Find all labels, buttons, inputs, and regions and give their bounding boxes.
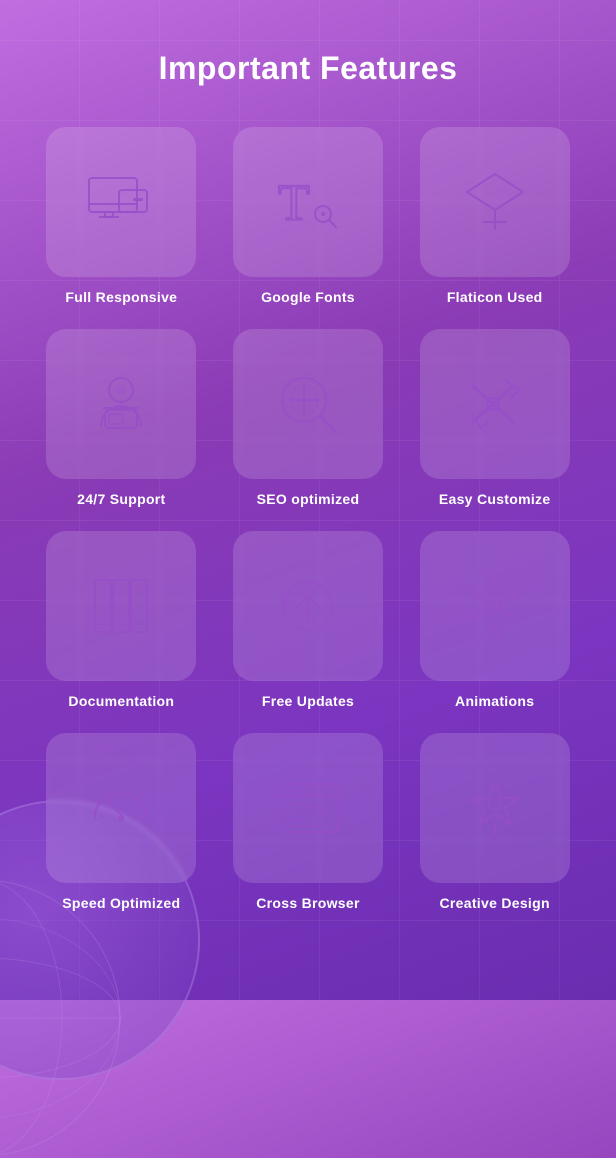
- features-grid: Full Responsive T Google Fonts Flaticon …: [40, 127, 576, 911]
- feature-item-animations: Animations: [413, 531, 576, 709]
- feature-item-seo-optimized: SEO optimized: [227, 329, 390, 507]
- icon-box-full-responsive: [46, 127, 196, 277]
- feature-item-speed-optimized: Speed Optimized: [40, 733, 203, 911]
- feature-label-easy-customize: Easy Customize: [439, 491, 551, 507]
- feature-label-animations: Animations: [455, 693, 534, 709]
- feature-label-seo-optimized: SEO optimized: [257, 491, 360, 507]
- icon-box-seo-optimized: [233, 329, 383, 479]
- feature-label-full-responsive: Full Responsive: [65, 289, 177, 305]
- feature-item-documentation: Documentation: [40, 531, 203, 709]
- feature-item-google-fonts: T Google Fonts: [227, 127, 390, 305]
- icon-box-animations: [420, 531, 570, 681]
- icon-box-cross-browser: [233, 733, 383, 883]
- feature-label-cross-browser: Cross Browser: [256, 895, 360, 911]
- main-container: Important Features Full Responsive T Goo…: [0, 0, 616, 971]
- icon-box-documentation: [46, 531, 196, 681]
- icon-box-free-updates: [233, 531, 383, 681]
- feature-label-free-updates: Free Updates: [262, 693, 354, 709]
- feature-label-documentation: Documentation: [68, 693, 174, 709]
- icon-box-google-fonts: T: [233, 127, 383, 277]
- feature-label-flaticon-used: Flaticon Used: [447, 289, 543, 305]
- icon-box-creative-design: [420, 733, 570, 883]
- feature-item-free-updates: Free Updates: [227, 531, 390, 709]
- icon-box-247-support: [46, 329, 196, 479]
- feature-label-speed-optimized: Speed Optimized: [62, 895, 180, 911]
- feature-item-easy-customize: Easy Customize: [413, 329, 576, 507]
- feature-item-full-responsive: Full Responsive: [40, 127, 203, 305]
- feature-item-cross-browser: Cross Browser: [227, 733, 390, 911]
- icon-box-flaticon-used: [420, 127, 570, 277]
- feature-item-creative-design: Creative Design: [413, 733, 576, 911]
- icon-box-easy-customize: [420, 329, 570, 479]
- feature-label-google-fonts: Google Fonts: [261, 289, 355, 305]
- page-title: Important Features: [40, 50, 576, 87]
- icon-box-speed-optimized: [46, 733, 196, 883]
- feature-label-creative-design: Creative Design: [440, 895, 550, 911]
- feature-item-flaticon-used: Flaticon Used: [413, 127, 576, 305]
- svg-text:T: T: [278, 175, 310, 232]
- feature-item-247-support: 24/7 Support: [40, 329, 203, 507]
- feature-label-247-support: 24/7 Support: [77, 491, 165, 507]
